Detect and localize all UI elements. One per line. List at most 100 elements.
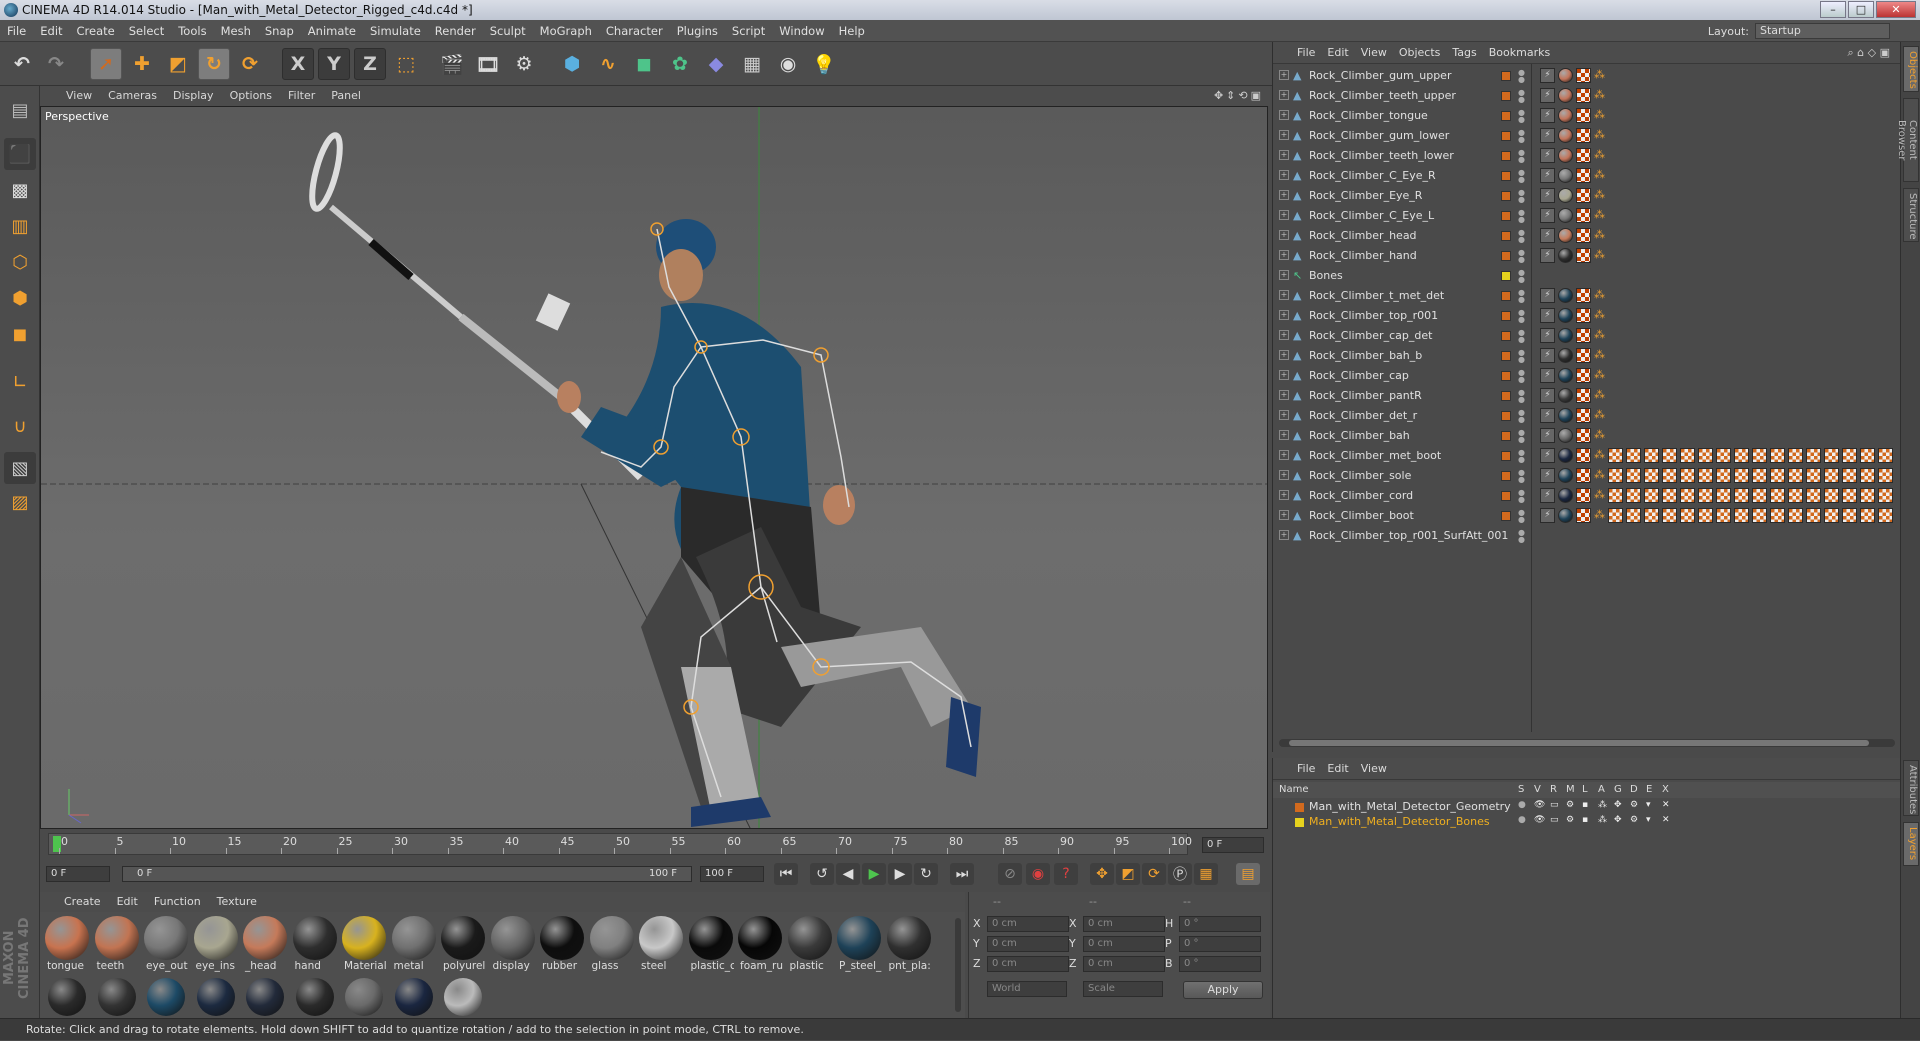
skin-weight-tag-icon[interactable] <box>1788 508 1803 523</box>
skin-weight-tag-icon[interactable] <box>1770 508 1785 523</box>
visibility-dots-icon[interactable]: ● ● <box>1518 369 1525 384</box>
skin-weight-tag-icon[interactable] <box>1644 508 1659 523</box>
weight-tag-icon[interactable]: ⁂ <box>1594 348 1605 364</box>
close-button[interactable]: ✕ <box>1876 1 1916 18</box>
viewport-nav-icons[interactable]: ✥⇕⟲▣ <box>1214 89 1264 102</box>
uvw-tag-icon[interactable] <box>1576 168 1591 183</box>
material-swatch[interactable]: plastic_c <box>688 916 734 972</box>
key-parameter-icon[interactable]: Ⓟ <box>1168 863 1192 885</box>
expand-toggle-icon[interactable]: + <box>1279 150 1289 160</box>
menu-mograph[interactable]: MoGraph <box>533 20 599 42</box>
key-rotation-icon[interactable]: ⟳ <box>1142 863 1166 885</box>
skin-weight-tag-icon[interactable] <box>1734 468 1749 483</box>
skin-weight-tag-icon[interactable] <box>1788 488 1803 503</box>
skin-weight-tag-icon[interactable] <box>1752 488 1767 503</box>
menu-animate[interactable]: Animate <box>301 20 363 42</box>
material-swatch[interactable]: metal <box>391 916 437 972</box>
weight-tag-icon[interactable]: ⁂ <box>1594 368 1605 384</box>
expand-toggle-icon[interactable]: + <box>1279 290 1289 300</box>
phong-tag-icon[interactable]: ⚡ <box>1540 408 1555 423</box>
layer-color-swatch[interactable] <box>1501 151 1511 161</box>
tab-structure[interactable]: Structure <box>1903 188 1919 242</box>
visibility-dots-icon[interactable]: ● ● <box>1518 429 1525 444</box>
skin-weight-tag-icon[interactable] <box>1878 468 1893 483</box>
weight-tag-icon[interactable]: ⁂ <box>1594 228 1605 244</box>
uvw-tag-icon[interactable] <box>1576 488 1591 503</box>
model-mode-icon[interactable]: ⬛ <box>4 138 36 170</box>
weight-tag-icon[interactable]: ⁂ <box>1594 408 1605 424</box>
object-manager-tool-icons[interactable]: ⌕ ⌂ ◇ ▣ <box>1848 46 1891 60</box>
phong-tag-icon[interactable]: ⚡ <box>1540 428 1555 443</box>
expand-toggle-icon[interactable]: + <box>1279 70 1289 80</box>
weight-tag-icon[interactable]: ⁂ <box>1594 128 1605 144</box>
skin-weight-tag-icon[interactable] <box>1770 468 1785 483</box>
layer-toggle-icon[interactable]: ▪ <box>1582 815 1588 825</box>
maximize-button[interactable]: □ <box>1848 1 1874 18</box>
next-key-icon[interactable]: ↻ <box>914 863 938 885</box>
phong-tag-icon[interactable]: ⚡ <box>1540 308 1555 323</box>
material-swatch[interactable]: polyurel <box>440 916 486 972</box>
phong-tag-icon[interactable]: ⚡ <box>1540 108 1555 123</box>
layers-menu-file[interactable]: File <box>1291 758 1321 780</box>
material-swatch[interactable]: hand <box>292 916 338 972</box>
object-row[interactable]: + ▲ Rock_Climber_bah ● ● ⚡ ⁂ <box>1273 426 1901 446</box>
tab-attributes[interactable]: Attributes <box>1903 760 1919 816</box>
weight-tag-icon[interactable]: ⁂ <box>1594 188 1605 204</box>
timeline-track[interactable]: 0 5 10 15 20 25 30 35 40 45 50 55 60 65 70 75 80 85 90 95 10… <box>48 833 1192 855</box>
timeline-window-icon[interactable]: ▤ <box>1236 863 1260 885</box>
material-menu-create[interactable]: Create <box>56 892 109 912</box>
material-tag-icon[interactable] <box>1558 68 1573 83</box>
timeline-ruler[interactable]: 0 5 10 15 20 25 30 35 40 45 50 55 60 65 70 75 80 85 90 95 10… <box>40 829 1270 859</box>
uvw-tag-icon[interactable] <box>1576 448 1591 463</box>
weight-tag-icon[interactable]: ⁂ <box>1594 148 1605 164</box>
objects-menu-objects[interactable]: Objects <box>1393 42 1447 64</box>
layer-color-swatch[interactable] <box>1501 111 1511 121</box>
skin-weight-tag-icon[interactable] <box>1860 468 1875 483</box>
uvw-tag-icon[interactable] <box>1576 408 1591 423</box>
next-frame-icon[interactable]: ▶ <box>888 863 912 885</box>
expand-toggle-icon[interactable]: + <box>1279 430 1289 440</box>
material-swatch[interactable] <box>143 978 189 1016</box>
expand-toggle-icon[interactable]: + <box>1279 330 1289 340</box>
edges-mode-icon[interactable]: ⬢ <box>4 282 36 314</box>
object-row[interactable]: + ▲ Rock_Climber_bah_b ● ● ⚡ ⁂ <box>1273 346 1901 366</box>
skin-weight-tag-icon[interactable] <box>1770 448 1785 463</box>
points-mode-icon[interactable]: ⬡ <box>4 246 36 278</box>
light-icon[interactable]: 💡 <box>808 48 840 80</box>
material-tag-icon[interactable] <box>1558 408 1573 423</box>
menu-character[interactable]: Character <box>599 20 670 42</box>
layer-color-swatch[interactable] <box>1501 91 1511 101</box>
current-frame-field[interactable]: 0 F <box>1202 837 1264 853</box>
objects-menu-edit[interactable]: Edit <box>1321 42 1354 64</box>
skin-weight-tag-icon[interactable] <box>1680 448 1695 463</box>
skin-weight-tag-icon[interactable] <box>1770 488 1785 503</box>
locked-workplane-icon[interactable]: ▨ <box>4 486 36 518</box>
material-swatch[interactable] <box>440 978 486 1016</box>
spline-icon[interactable]: ∿ <box>592 48 624 80</box>
layer-toggle-icon[interactable]: 👁 <box>1534 815 1545 825</box>
skin-weight-tag-icon[interactable] <box>1788 448 1803 463</box>
material-tag-icon[interactable] <box>1558 448 1573 463</box>
viewport-menu-panel[interactable]: Panel <box>323 86 369 106</box>
object-row[interactable]: + ↖ Bones ● ● <box>1273 266 1901 286</box>
expand-toggle-icon[interactable]: + <box>1279 370 1289 380</box>
menu-script[interactable]: Script <box>725 20 772 42</box>
expand-toggle-icon[interactable]: + <box>1279 130 1289 140</box>
material-swatch[interactable] <box>94 978 140 1016</box>
skin-weight-tag-icon[interactable] <box>1680 508 1695 523</box>
make-editable-icon[interactable]: ▤ <box>4 94 36 126</box>
keyframe-selection-icon[interactable]: ? <box>1054 863 1078 885</box>
viewport-menu-filter[interactable]: Filter <box>280 86 323 106</box>
tab-objects[interactable]: Objects <box>1903 46 1919 92</box>
weight-tag-icon[interactable]: ⁂ <box>1594 508 1605 524</box>
material-swatch[interactable]: tongue <box>44 916 90 972</box>
phong-tag-icon[interactable]: ⚡ <box>1540 148 1555 163</box>
object-row[interactable]: + ▲ Rock_Climber_Eye_R ● ● ⚡ ⁂ <box>1273 186 1901 206</box>
object-row[interactable]: + ▲ Rock_Climber_hand ● ● ⚡ ⁂ <box>1273 246 1901 266</box>
layer-color-swatch[interactable] <box>1501 371 1511 381</box>
phong-tag-icon[interactable]: ⚡ <box>1540 508 1555 523</box>
layer-color-swatch[interactable] <box>1501 251 1511 261</box>
layer-color-swatch[interactable] <box>1501 491 1511 501</box>
layer-color-swatch[interactable] <box>1501 71 1511 81</box>
skin-weight-tag-icon[interactable] <box>1662 488 1677 503</box>
